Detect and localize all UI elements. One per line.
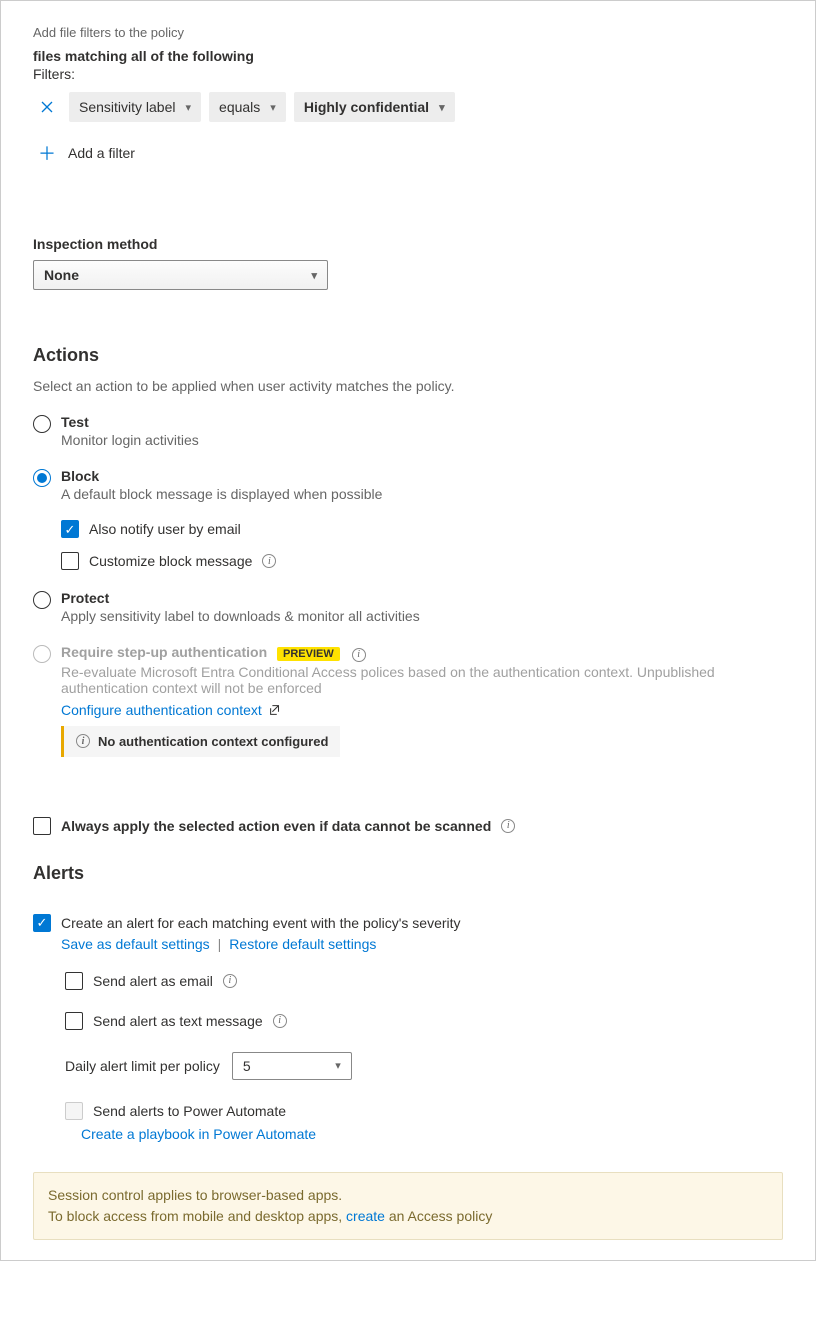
chevron-down-icon: ▾ [335,1059,341,1072]
always-apply-label: Always apply the selected action even if… [61,818,491,834]
plus-icon: ＋ [38,140,56,166]
action-stepup-title: Require step-up authentication [61,644,267,660]
external-link-icon [268,703,282,717]
filters-label: Filters: [33,66,783,82]
filter-operator-label: equals [219,99,260,115]
create-alert-checkbox[interactable]: ✓ [33,914,51,932]
action-test-title: Test [61,414,783,430]
filters-hint: Add file filters to the policy [33,25,783,40]
footer-line2a: To block access from mobile and desktop … [48,1208,346,1224]
create-alert-label: Create an alert for each matching event … [61,915,461,931]
info-icon: i [76,734,90,748]
add-filter-button[interactable]: ＋ Add a filter [33,140,783,166]
actions-heading: Actions [33,345,783,366]
preview-badge: PREVIEW [277,647,340,661]
action-test-sub: Monitor login activities [61,432,783,448]
filter-operator-dropdown[interactable]: equals ▾ [209,92,286,122]
action-protect-title: Protect [61,590,783,606]
notify-email-label: Also notify user by email [89,521,241,537]
action-stepup-sub: Re-evaluate Microsoft Entra Conditional … [61,664,783,696]
action-block-title: Block [61,468,783,484]
customize-block-checkbox[interactable] [61,552,79,570]
actions-description: Select an action to be applied when user… [33,378,783,394]
check-icon: ✓ [37,916,48,929]
session-control-note: Session control applies to browser-based… [33,1172,783,1240]
create-playbook-link[interactable]: Create a playbook in Power Automate [81,1126,316,1142]
send-alert-text-label: Send alert as text message [93,1013,263,1029]
remove-filter-icon[interactable] [33,93,61,121]
daily-limit-select[interactable]: 5 ▾ [232,1052,352,1080]
action-protect-sub: Apply sensitivity label to downloads & m… [61,608,783,624]
create-access-policy-link[interactable]: create [346,1208,385,1224]
send-power-automate-label: Send alerts to Power Automate [93,1103,286,1119]
chevron-down-icon: ▾ [311,269,317,282]
inspection-method-value: None [44,267,79,283]
customize-block-label: Customize block message [89,553,252,569]
action-block-radio[interactable] [33,469,51,487]
footer-line2b: an Access policy [385,1208,492,1224]
filter-field-label: Sensitivity label [79,99,176,115]
alerts-heading: Alerts [33,863,783,884]
daily-limit-label: Daily alert limit per policy [65,1058,220,1074]
always-apply-checkbox[interactable] [33,817,51,835]
info-icon[interactable]: i [262,554,276,568]
action-stepup-radio [33,645,51,663]
send-alert-email-checkbox[interactable] [65,972,83,990]
chevron-down-icon: ▾ [439,101,445,114]
send-alert-text-checkbox[interactable] [65,1012,83,1030]
no-auth-context-label: No authentication context configured [98,734,328,749]
files-matching-label: files matching all of the following [33,48,783,64]
notify-email-checkbox[interactable]: ✓ [61,520,79,538]
send-alert-email-label: Send alert as email [93,973,213,989]
inspection-method-label: Inspection method [33,236,783,252]
restore-default-settings-link[interactable]: Restore default settings [229,936,376,952]
no-auth-context-warning: i No authentication context configured [61,726,340,757]
save-default-settings-link[interactable]: Save as default settings [61,936,210,952]
inspection-method-select[interactable]: None ▾ [33,260,328,290]
send-power-automate-checkbox [65,1102,83,1120]
add-filter-label: Add a filter [68,145,135,161]
filter-value-dropdown[interactable]: Highly confidential ▾ [294,92,455,122]
configure-auth-context-link[interactable]: Configure authentication context [61,702,282,718]
divider: | [218,936,222,952]
action-protect-radio[interactable] [33,591,51,609]
footer-line1: Session control applies to browser-based… [48,1185,768,1206]
action-block-sub: A default block message is displayed whe… [61,486,783,502]
configure-auth-context-label: Configure authentication context [61,702,262,718]
filter-value-label: Highly confidential [304,99,429,115]
chevron-down-icon: ▾ [186,101,192,114]
info-icon[interactable]: i [273,1014,287,1028]
info-icon[interactable]: i [501,819,515,833]
chevron-down-icon: ▾ [270,101,276,114]
check-icon: ✓ [65,523,76,536]
info-icon[interactable]: i [352,648,366,662]
filter-field-dropdown[interactable]: Sensitivity label ▾ [69,92,201,122]
action-test-radio[interactable] [33,415,51,433]
daily-limit-value: 5 [243,1058,251,1074]
info-icon[interactable]: i [223,974,237,988]
